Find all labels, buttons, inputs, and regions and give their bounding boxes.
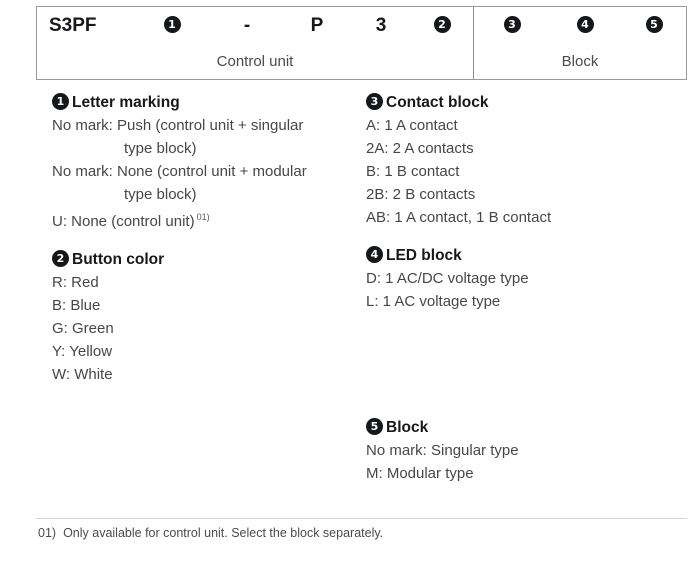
legend-entry-text: No mark: None (control unit + modular <box>52 163 307 180</box>
legend-entry-text: W: White <box>52 366 113 383</box>
legend-entry: A: 1 A contact <box>366 114 686 137</box>
section-title-text: Button color <box>72 251 165 268</box>
section-entries-button-color: R: Red B: Blue G: Green Y: Yellow W: White <box>52 271 372 386</box>
section-title-letter-marking: 1 Letter marking <box>52 92 372 114</box>
model-code-group-row: Control unit Block <box>37 45 686 80</box>
model-code-row: S3PF 1 - P 3 2 3 4 5 <box>37 7 686 45</box>
marker-2-icon: 2 <box>52 250 69 268</box>
model-code-segment-marker-3: 3 <box>475 7 549 45</box>
legend-entry: G: Green <box>52 317 372 340</box>
marker-4-icon: 4 <box>366 246 383 264</box>
section-title-contact-block: 3 Contact block <box>366 92 686 114</box>
legend-entry-text: R: Red <box>52 274 99 291</box>
legend-entry-text: type block) <box>124 140 197 157</box>
legend-entry-text: No mark: Push (control unit + singular <box>52 117 304 134</box>
legend-entry-text: No mark: Singular type <box>366 442 519 459</box>
legend-entry-text: 2A: 2 A contacts <box>366 140 474 157</box>
marker-1-icon: 1 <box>52 93 69 111</box>
section-block: 5 Block No mark: Singular type M: Modular … <box>366 417 686 485</box>
section-title-text: Contact block <box>386 94 489 111</box>
legend-entry-text: B: 1 B contact <box>366 163 460 180</box>
marker-4-icon: 4 <box>576 16 594 34</box>
legend-column-left: 1 Letter marking No mark: Push (control u… <box>52 92 372 386</box>
model-code-segment-marker-1: 1 <box>133 7 211 45</box>
legend-entry: D: 1 AC/DC voltage type <box>366 267 686 290</box>
legend-entry: No mark: Singular type <box>366 439 686 462</box>
section-title-button-color: 2 Button color <box>52 249 372 271</box>
model-code-segment-3: 3 <box>375 15 387 36</box>
section-entries-block: No mark: Singular type M: Modular type <box>366 439 686 485</box>
section-entries-contact-block: A: 1 A contact 2A: 2 A contacts B: 1 B con… <box>366 114 686 229</box>
section-title-text: Block <box>386 419 429 436</box>
legend-entry: R: Red <box>52 271 372 294</box>
section-contact-block: 3 Contact block A: 1 A contact 2A: 2 A con… <box>366 92 686 229</box>
legend-entry: AB: 1 A contact, 1 B contact <box>366 206 686 229</box>
section-entries-led-block: D: 1 AC/DC voltage type L: 1 AC voltage t… <box>366 267 686 313</box>
section-title-block: 5 Block <box>366 417 686 439</box>
legend-entry-text: B: Blue <box>52 297 101 314</box>
legend-entry-text: M: Modular type <box>366 465 474 482</box>
footnote: 01) Only available for control unit. Sele… <box>38 526 383 540</box>
marker-5-icon: 5 <box>366 418 383 436</box>
legend-entry: 2A: 2 A contacts <box>366 137 686 160</box>
group-label-control-unit: Control unit <box>216 53 294 70</box>
model-code-segment-brand: S3PF <box>49 15 97 36</box>
model-code-table: S3PF 1 - P 3 2 3 4 5 Control unit Block <box>36 6 687 80</box>
group-label-block: Block <box>561 53 599 70</box>
model-code-segment-marker-2: 2 <box>411 7 473 45</box>
legend-entry: type block) <box>52 137 372 160</box>
legend-entry: B: Blue <box>52 294 372 317</box>
footnote-number: 01) <box>38 526 57 540</box>
marker-3-icon: 3 <box>503 16 521 34</box>
legend-entry: type block) <box>52 183 372 206</box>
footnote-divider <box>36 518 687 519</box>
legend-entry-text: A: 1 A contact <box>366 117 458 134</box>
legend-entry-text: U: None (control unit) <box>52 213 195 230</box>
legend-entry-text: AB: 1 A contact, 1 B contact <box>366 209 552 226</box>
section-button-color: 2 Button color R: Red B: Blue G: Green Y: Ye… <box>52 249 372 386</box>
legend-entry-text: 2B: 2 B contacts <box>366 186 476 203</box>
legend-entry: B: 1 B contact <box>366 160 686 183</box>
marker-3-icon: 3 <box>366 93 383 111</box>
legend-entry-text: G: Green <box>52 320 114 337</box>
footnote-marker: 01) <box>196 212 210 222</box>
section-title-led-block: 4 LED block <box>366 245 686 267</box>
legend-entry: 2B: 2 B contacts <box>366 183 686 206</box>
model-code-segment-marker-4: 4 <box>549 7 621 45</box>
legend-entry: Y: Yellow <box>52 340 372 363</box>
section-title-text: LED block <box>386 247 462 264</box>
marker-5-icon: 5 <box>645 16 663 34</box>
model-code-segment-p: P <box>310 15 324 36</box>
model-code-segment-marker-5: 5 <box>621 7 687 45</box>
legend-entry: No mark: Push (control unit + singular <box>52 114 372 137</box>
footnote-text: Only available for control unit. Select … <box>63 526 384 540</box>
legend-entry: L: 1 AC voltage type <box>366 290 686 313</box>
legend-entry-text: L: 1 AC voltage type <box>366 293 501 310</box>
section-letter-marking: 1 Letter marking No mark: Push (control u… <box>52 92 372 233</box>
legend-entry-text: type block) <box>124 186 197 203</box>
model-code-segment-dash: - <box>243 15 251 36</box>
section-entries-letter-marking: No mark: Push (control unit + singular ty… <box>52 114 372 233</box>
section-led-block: 4 LED block D: 1 AC/DC voltage type L: 1 A… <box>366 245 686 313</box>
marker-1-icon: 1 <box>163 16 181 34</box>
legend-entry: M: Modular type <box>366 462 686 485</box>
marker-2-icon: 2 <box>433 16 451 34</box>
legend-entry: W: White <box>52 363 372 386</box>
legend-entry-text: D: 1 AC/DC voltage type <box>366 270 529 287</box>
section-title-text: Letter marking <box>72 94 180 111</box>
legend-entry: U: None (control unit) 01) <box>52 206 372 233</box>
legend-entry: No mark: None (control unit + modular <box>52 160 372 183</box>
legend-entry-text: Y: Yellow <box>52 343 113 360</box>
legend-column-right: 3 Contact block A: 1 A contact 2A: 2 A con… <box>366 92 686 485</box>
